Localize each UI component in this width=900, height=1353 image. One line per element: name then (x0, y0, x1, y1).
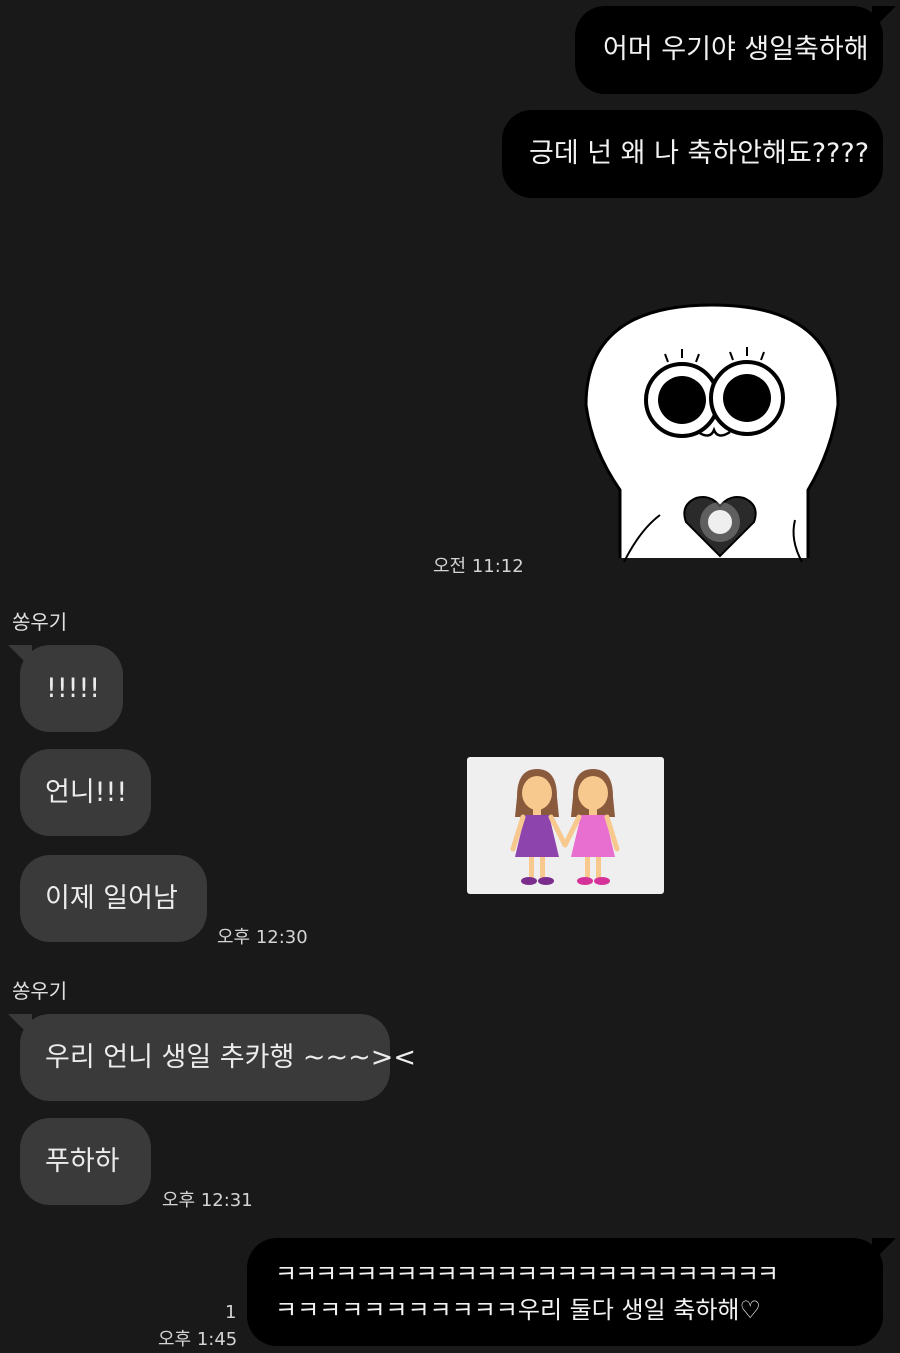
received-message-bubble[interactable]: 언니!!! (20, 749, 151, 836)
message-text: !!!!! (46, 672, 101, 704)
message-text-line: ㅋㅋㅋㅋㅋㅋㅋㅋㅋㅋㅋ우리 둘다 생일 축하해♡ (275, 1296, 762, 1324)
message-text: 긍데 넌 왜 나 축하안해됴???? (529, 138, 870, 169)
sender-name: 쏭우기 (12, 610, 68, 634)
character-sticker[interactable] (580, 300, 845, 578)
received-message-bubble[interactable]: 푸하하 (20, 1118, 151, 1205)
unread-count: 1 (225, 1302, 237, 1323)
received-message-bubble[interactable]: 이제 일어남 (20, 855, 207, 942)
two-girls-holding-hands-icon (510, 769, 620, 885)
message-timestamp: 오후 1:45 (158, 1329, 238, 1350)
message-text-line: ㅋㅋㅋㅋㅋㅋㅋㅋㅋㅋㅋㅋㅋㅋㅋㅋㅋㅋㅋㅋㅋㅋㅋㅋㅋ (275, 1260, 779, 1288)
message-text: 언니!!! (45, 776, 128, 808)
sent-message-bubble[interactable]: 긍데 넌 왜 나 축하안해됴???? (502, 110, 883, 198)
sent-message-bubble[interactable]: 어머 우기야 생일축하해 (575, 6, 883, 94)
received-message-bubble[interactable]: 우리 언니 생일 추카행 ~~~>< (20, 1014, 416, 1101)
message-timestamp: 오후 12:30 (217, 927, 308, 948)
message-text: 이제 일어남 (45, 882, 178, 914)
message-text: 우리 언니 생일 추카행 ~~~>< (45, 1041, 417, 1073)
sent-message-bubble[interactable]: ㅋㅋㅋㅋㅋㅋㅋㅋㅋㅋㅋㅋㅋㅋㅋㅋㅋㅋㅋㅋㅋㅋㅋㅋㅋ ㅋㅋㅋㅋㅋㅋㅋㅋㅋㅋㅋ우리 … (247, 1238, 883, 1346)
message-text: 푸하하 (45, 1145, 120, 1177)
sender-name: 쏭우기 (12, 979, 68, 1003)
bubble-tail (872, 1238, 896, 1262)
received-message-bubble[interactable]: !!!!! (20, 645, 123, 732)
bubble-tail (872, 6, 896, 30)
message-timestamp: 오후 12:31 (162, 1190, 253, 1211)
message-timestamp: 오전 11:12 (433, 556, 524, 577)
emoji-sticker[interactable] (467, 757, 664, 894)
message-text: 어머 우기야 생일축하해 (603, 34, 869, 65)
white-character-with-heart-icon (584, 303, 840, 578)
